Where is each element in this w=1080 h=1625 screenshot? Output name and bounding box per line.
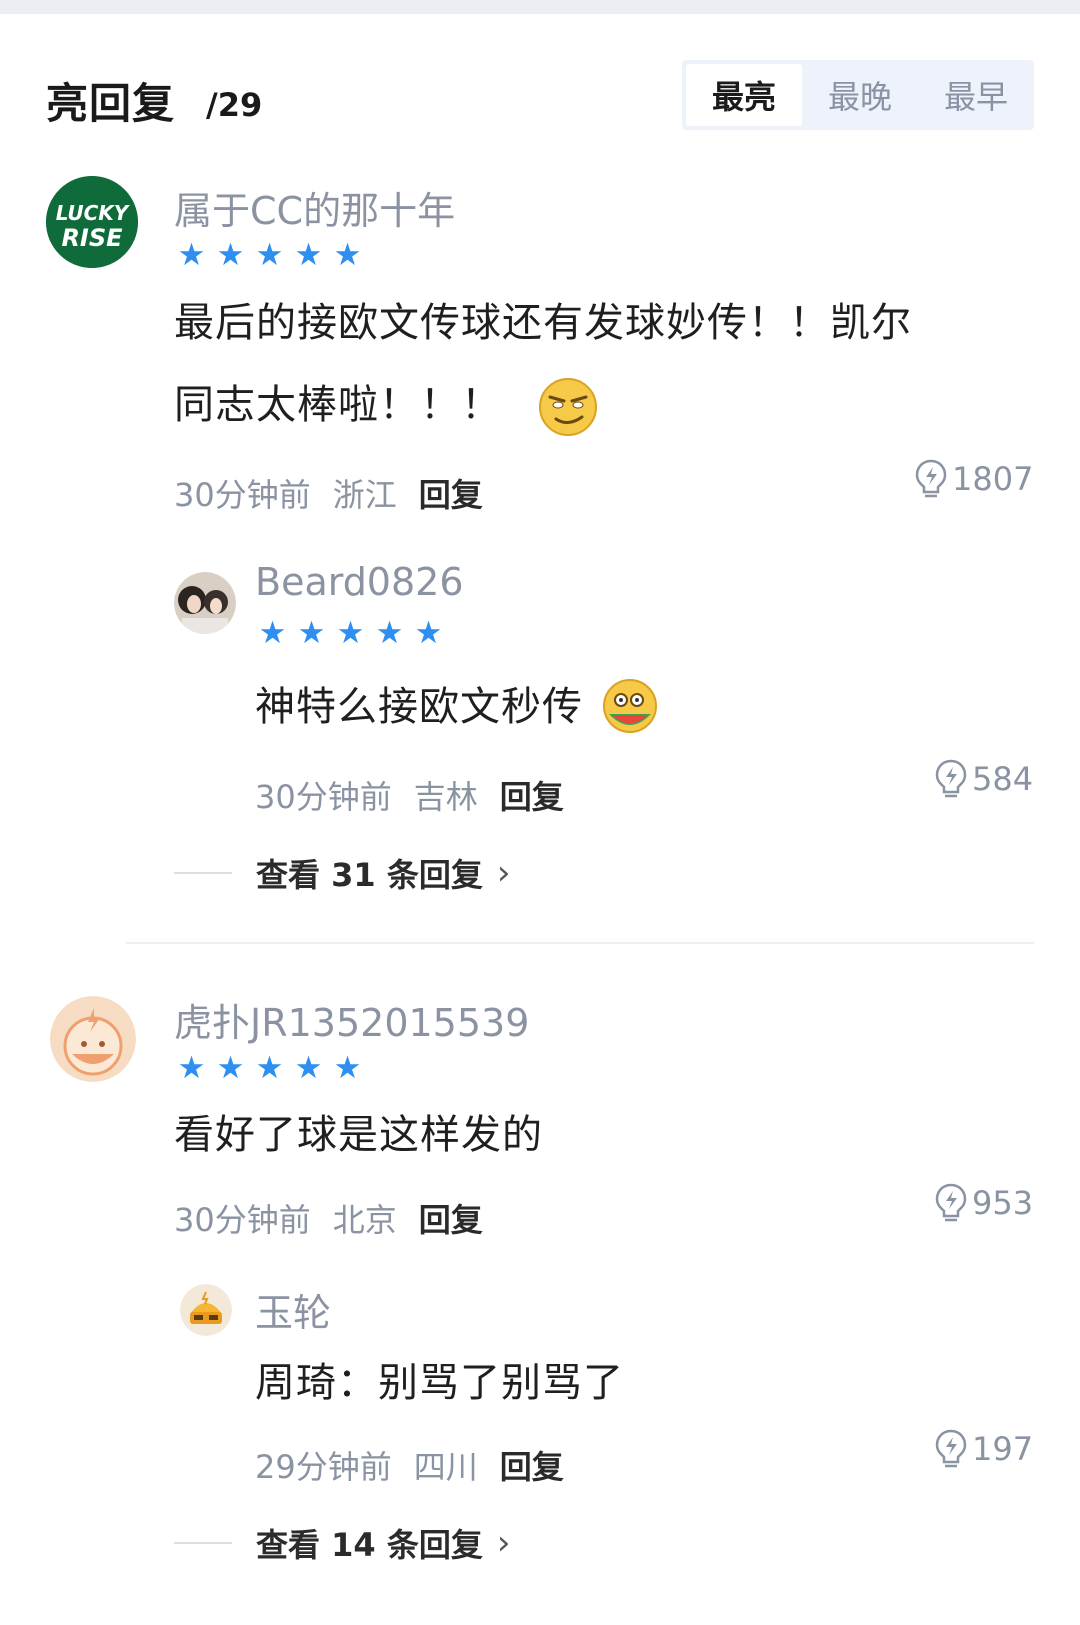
tab-latest[interactable]: 最晚 — [802, 60, 918, 130]
reply-avatar[interactable] — [174, 572, 236, 634]
timestamp: 30分钟前 — [174, 1201, 311, 1239]
divider-line — [174, 872, 232, 874]
timestamp: 29分钟前 — [255, 1448, 392, 1486]
content-text: 周琦：别骂了别骂了 — [255, 1360, 624, 1406]
lightbulb-icon — [915, 459, 947, 498]
comment-divider — [126, 942, 1034, 944]
star-icon: ★ — [414, 615, 443, 651]
star-icon: ★ — [255, 1050, 284, 1086]
smirk-emoji-icon — [538, 378, 597, 436]
content-line: 最后的接欧文传球还有发球妙传！！凯尔 — [174, 300, 912, 346]
svg-text:RISE: RISE — [61, 224, 123, 252]
star-icon: ★ — [294, 237, 323, 273]
view-more-replies[interactable]: 查看 31 条回复 › — [174, 850, 510, 896]
light-count: 584 — [972, 760, 1034, 798]
star-icon: ★ — [297, 615, 326, 651]
location: 北京 — [332, 1201, 397, 1239]
comment-meta: 30分钟前 北京 回复 — [174, 1195, 483, 1241]
reply-username[interactable]: Beard0826 — [255, 560, 464, 604]
light-count: 1807 — [952, 460, 1034, 498]
star-rating: ★ ★ ★ ★ ★ — [257, 618, 444, 649]
view-more-replies[interactable]: 查看 14 条回复 › — [174, 1520, 510, 1566]
comment-meta: 30分钟前 浙江 回复 — [174, 470, 483, 516]
light-button[interactable]: 1807 — [914, 458, 1033, 500]
light-button[interactable]: 584 — [934, 758, 1033, 800]
tab-earliest[interactable]: 最早 — [918, 60, 1034, 130]
reply-meta: 30分钟前 吉林 回复 — [255, 772, 564, 818]
star-icon: ★ — [333, 1050, 362, 1086]
content-text: 同志太棒啦！！！ — [174, 382, 502, 428]
star-icon: ★ — [294, 1050, 323, 1086]
star-rating: ★ ★ ★ ★ ★ — [176, 240, 363, 271]
tab-brightest[interactable]: 最亮 — [686, 64, 802, 126]
lightbulb-icon — [935, 1429, 967, 1468]
section-title: 亮回复 — [46, 79, 176, 128]
username[interactable]: 虎扑JR1352015539 — [174, 992, 529, 1047]
star-icon: ★ — [177, 1050, 206, 1086]
light-count: 953 — [972, 1184, 1034, 1222]
divider-line — [174, 1542, 232, 1544]
reply-button[interactable]: 回复 — [500, 772, 564, 818]
timestamp: 30分钟前 — [255, 778, 392, 816]
view-more-label: 查看 14 条回复 — [256, 1526, 483, 1564]
star-icon: ★ — [336, 615, 365, 651]
star-icon: ★ — [177, 237, 206, 273]
reply-avatar[interactable] — [180, 1284, 232, 1336]
lightbulb-icon — [935, 759, 967, 798]
view-more-label: 查看 31 条回复 — [256, 856, 483, 894]
star-icon: ★ — [258, 615, 287, 651]
comment-content: 最后的接欧文传球还有发球妙传！！凯尔 同志太棒啦！！！ — [174, 282, 1034, 446]
star-icon: ★ — [375, 615, 404, 651]
reply-content: 神特么接欧文秒传 — [255, 666, 663, 748]
star-icon: ★ — [333, 237, 362, 273]
reply-button[interactable]: 回复 — [500, 1442, 564, 1488]
light-count: 197 — [972, 1430, 1034, 1468]
top-bar — [0, 0, 1080, 14]
sort-tabs: 最亮 最晚 最早 — [682, 60, 1034, 130]
star-icon: ★ — [255, 237, 284, 273]
avatar[interactable]: LUCKY RISE — [46, 176, 138, 268]
reply-meta: 29分钟前 四川 回复 — [255, 1442, 564, 1488]
star-icon: ★ — [216, 237, 245, 273]
content-line: 同志太棒啦！！！ — [174, 364, 1034, 446]
watermelon-emoji-icon — [602, 679, 657, 733]
timestamp: 30分钟前 — [174, 476, 311, 514]
chevron-right-icon: › — [496, 1523, 511, 1563]
location: 吉林 — [413, 778, 478, 816]
location: 浙江 — [332, 476, 397, 514]
reply-button[interactable]: 回复 — [419, 1195, 483, 1241]
reply-count: /29 — [206, 86, 263, 124]
light-button[interactable]: 953 — [934, 1182, 1033, 1224]
reply-username[interactable]: 玉轮 — [255, 1282, 331, 1337]
avatar[interactable] — [50, 996, 136, 1082]
chevron-right-icon: › — [496, 853, 511, 893]
star-rating: ★ ★ ★ ★ ★ — [176, 1053, 363, 1084]
comment-content: 看好了球是这样发的 — [174, 1094, 543, 1176]
content-text: 看好了球是这样发的 — [174, 1112, 543, 1158]
light-button[interactable]: 197 — [934, 1428, 1033, 1470]
location: 四川 — [413, 1448, 478, 1486]
content-text: 神特么接欧文秒传 — [255, 684, 583, 730]
reply-content: 周琦：别骂了别骂了 — [255, 1342, 624, 1424]
username[interactable]: 属于CC的那十年 — [174, 180, 455, 235]
lightbulb-icon — [935, 1183, 967, 1222]
svg-text:LUCKY: LUCKY — [56, 201, 131, 225]
reply-button[interactable]: 回复 — [419, 470, 483, 516]
star-icon: ★ — [216, 1050, 245, 1086]
